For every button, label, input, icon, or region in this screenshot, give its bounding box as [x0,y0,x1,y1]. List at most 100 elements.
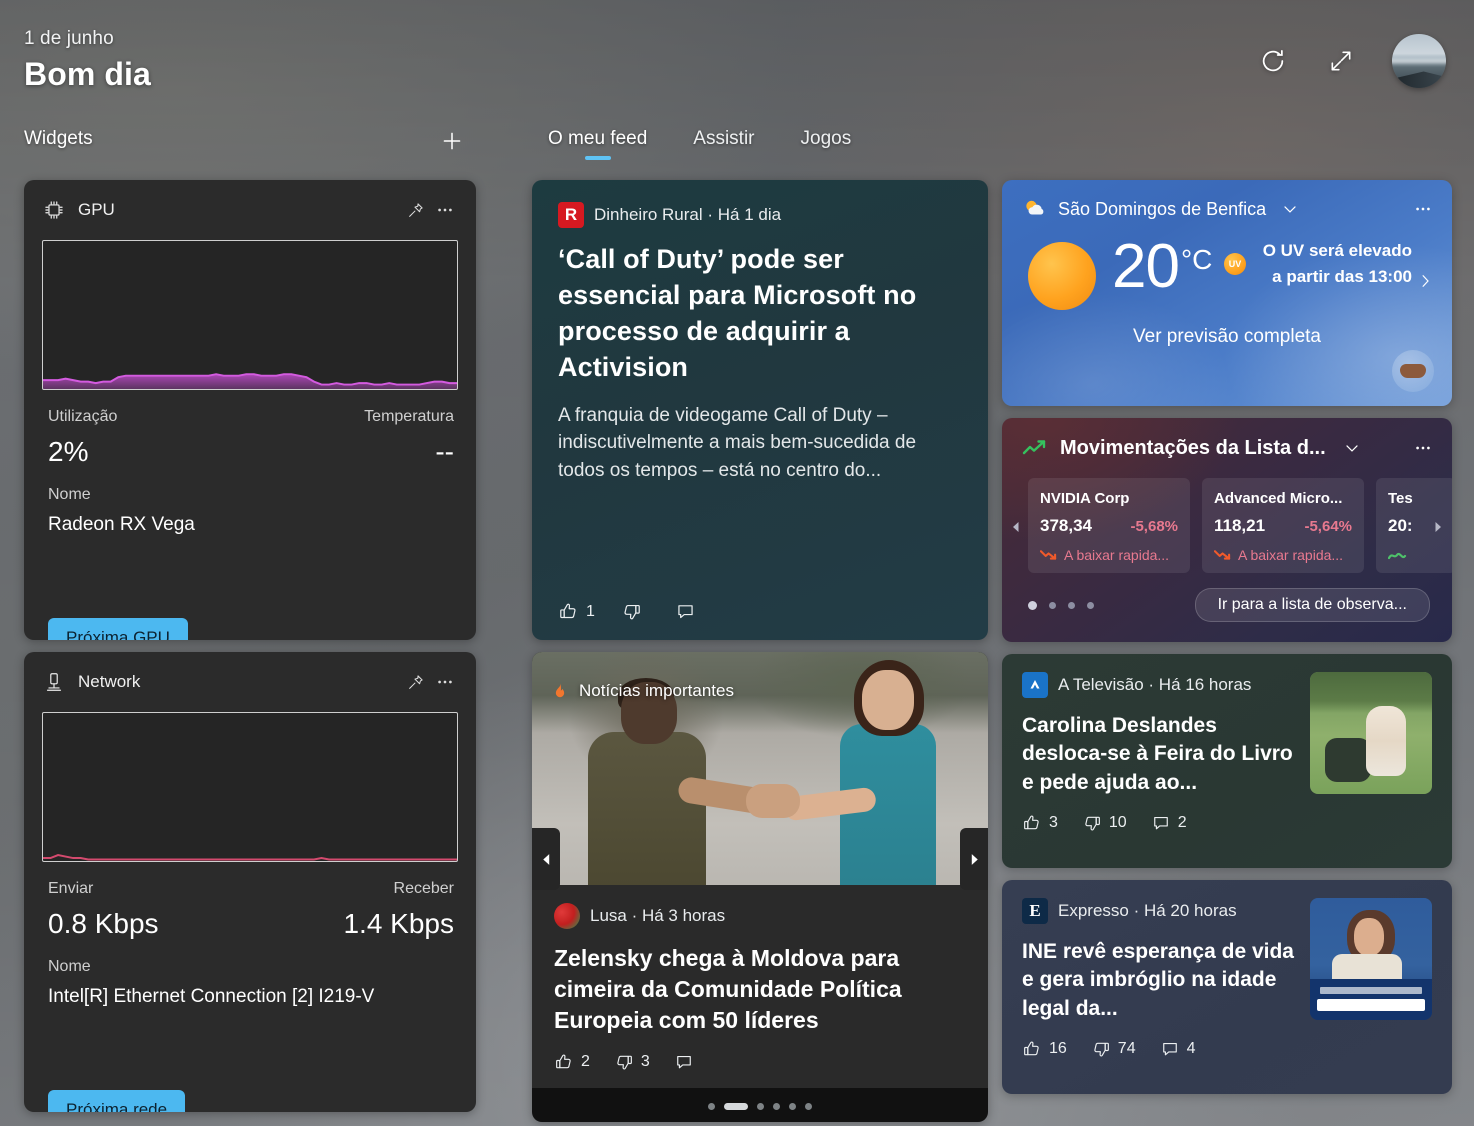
chevron-down-icon[interactable] [1280,199,1300,219]
uv-alert-text: O UV será elevado a partir das 13:00 [1262,241,1412,286]
stocks-prev-button[interactable] [1006,506,1026,548]
stocks-watchlist-widget[interactable]: Movimentações da Lista d... NVIDIA Corp … [1002,418,1452,642]
stocks-dot[interactable] [1068,601,1075,609]
carousel-dot[interactable] [773,1103,780,1110]
stock-price: 378,34 [1040,516,1092,535]
carousel-dots[interactable] [532,1103,988,1110]
stock-trend-text: A baixar rapida... [1064,547,1170,563]
next-network-button[interactable]: Próxima rede [48,1090,186,1112]
stock-change: -5,68% [1130,518,1178,535]
network-widget-header: Network [24,652,476,712]
dislike-button[interactable]: 3 [614,1052,650,1072]
weather-thumbnail[interactable] [1392,350,1434,392]
comment-button[interactable]: 2 [1151,813,1187,833]
temperature-value: 20 [1112,232,1180,301]
widgets-header: 1 de junho Bom dia [0,0,1474,118]
avatar[interactable] [1392,34,1446,88]
news-thumbnail [1310,898,1432,1020]
ellipsis-icon[interactable] [430,667,460,697]
tab-assistir[interactable]: Assistir [693,128,754,160]
carousel-dot[interactable] [805,1103,812,1110]
gpu-widget[interactable]: GPU Utilização Temperatura 2% -- Nome Ra… [24,180,476,640]
stock-card[interactable]: NVIDIA Corp 378,34 -5,68% A baixar rapid… [1028,478,1190,573]
carousel-dot[interactable] [789,1103,796,1110]
breaking-news-label: Notícias importantes [579,681,734,700]
comment-count: 4 [1186,1040,1196,1058]
news-source-text: Expresso · Há 20 horas [1058,901,1237,920]
dislike-button[interactable]: 74 [1091,1039,1136,1059]
network-widget[interactable]: Network Enviar Receber 0.8 Kbps 1.4 Kbps… [24,652,476,1112]
carousel-prev-button[interactable] [532,828,560,890]
full-forecast-link[interactable]: Ver previsão completa [1002,326,1452,348]
network-metric-values: 0.8 Kbps 1.4 Kbps [24,898,476,940]
network-traffic-chart [42,712,458,862]
feature-news-card[interactable]: R Dinheiro Rural · Há 1 dia ‘Call of Dut… [532,180,988,640]
stocks-carousel-dots[interactable] [1028,600,1094,610]
chevron-right-icon[interactable] [1416,272,1434,295]
partly-cloudy-icon [1022,197,1048,221]
next-gpu-button[interactable]: Próxima GPU [48,618,188,640]
stocks-next-button[interactable] [1428,506,1448,548]
dislike-button[interactable]: 10 [1082,813,1127,833]
news-headline: INE revê esperança de vida e gera imbróg… [1022,940,1294,1020]
refresh-icon[interactable] [1256,44,1290,78]
carousel-dot[interactable] [708,1103,715,1110]
network-value-receive: 1.4 Kbps [343,908,454,939]
weather-body: 20 °C UV O UV será elevado a partir das … [1002,232,1452,310]
news-source-row: E Expresso · Há 20 horas [1022,898,1294,924]
gpu-widget-header: GPU [24,180,476,240]
network-name-label: Nome [48,958,91,975]
gpu-name-value: Radeon RX Vega [48,514,195,535]
gpu-label-temperature: Temperatura [364,408,454,425]
comment-button[interactable]: 4 [1160,1039,1196,1059]
like-button[interactable]: 1 [558,601,595,622]
ellipsis-icon[interactable] [1408,194,1438,224]
ellipsis-icon[interactable] [430,195,460,225]
header-date: 1 de junho [24,28,114,49]
go-to-watchlist-button[interactable]: Ir para a lista de observa... [1194,588,1430,622]
like-button[interactable]: 16 [1022,1039,1067,1059]
widgets-label: Widgets [24,128,93,149]
stock-price-row: 378,34 -5,68% [1040,516,1178,536]
like-button[interactable]: 2 [554,1052,590,1072]
stocks-dot[interactable] [1087,601,1094,609]
tab-o-meu-feed[interactable]: O meu feed [548,128,647,160]
news-card-body: E Expresso · Há 20 horas INE revê espera… [1022,898,1432,1023]
stock-trend [1388,547,1444,563]
news-card[interactable]: A Televisão · Há 16 horas Carolina Desla… [1002,654,1452,868]
stocks-dot-active[interactable] [1028,600,1037,610]
stock-card[interactable]: Advanced Micro... 118,21 -5,64% A baixar… [1202,478,1364,573]
add-widget-button[interactable] [436,125,468,157]
like-count: 2 [581,1053,590,1070]
carousel-dot[interactable] [757,1103,764,1110]
like-button[interactable]: 3 [1022,813,1058,833]
pin-icon[interactable] [400,667,430,697]
feed-tabs: O meu feed Assistir Jogos [548,128,851,160]
header-actions [1256,34,1446,88]
trend-down-icon [1214,550,1231,560]
expand-icon[interactable] [1324,44,1358,78]
news-reactions: 3 10 2 [1022,813,1432,833]
gpu-value-utilization: 2% [48,436,89,467]
pin-icon[interactable] [400,195,430,225]
news-headline: Carolina Deslandes desloca-se à Feira do… [1022,714,1293,794]
photo-headline: Zelensky chega à Moldova para cimeira da… [554,944,902,1033]
photo-news-card[interactable]: Notícias importantes Lusa · Há 3 horas Z… [532,652,988,1122]
news-card[interactable]: E Expresso · Há 20 horas INE revê espera… [1002,880,1452,1094]
chevron-down-icon[interactable] [1342,438,1362,458]
gpu-widget-title: GPU [78,200,115,219]
photo-handshake [746,784,800,818]
comment-button[interactable] [674,1052,701,1072]
weather-widget[interactable]: São Domingos de Benfica 20 °C UV O UV se… [1002,180,1452,406]
dislike-button[interactable] [621,601,649,622]
dislike-count: 3 [640,1053,650,1070]
carousel-dot-active[interactable] [724,1103,748,1110]
weather-temperature: 20 °C [1112,232,1212,301]
stocks-dot[interactable] [1049,601,1056,609]
trending-up-icon [1022,438,1048,458]
carousel-next-button[interactable] [960,828,988,890]
uv-alert[interactable]: UV O UV será elevado a partir das 13:00 [1224,238,1434,289]
comment-button[interactable] [675,601,703,622]
tab-jogos[interactable]: Jogos [801,128,852,160]
ellipsis-icon[interactable] [1408,433,1438,463]
